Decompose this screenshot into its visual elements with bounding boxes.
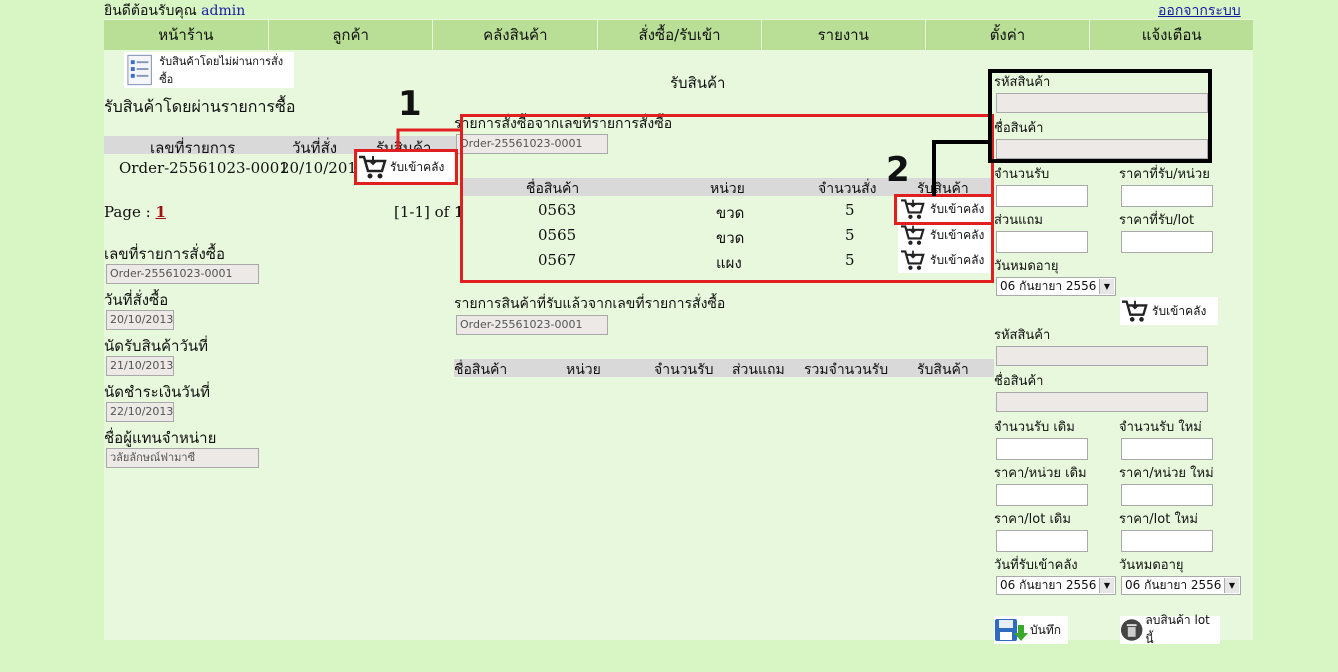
receive-date-field[interactable]: 21/10/2013 <box>106 356 174 376</box>
annotation-box-1 <box>354 149 458 185</box>
menu-storefront[interactable]: หน้าร้าน <box>104 20 269 50</box>
price-lot-input[interactable] <box>1121 231 1213 253</box>
edit-expiry-select-value: 06 กันยายา 2556 <box>1125 578 1222 592</box>
delete-lot-label: ลบสินค้า lot นี้ <box>1145 613 1210 646</box>
cart-icon <box>1122 300 1148 322</box>
menu-inventory[interactable]: คลังสินค้า <box>433 20 599 50</box>
receive-date-label: นัดรับสินค้าวันที่ <box>104 337 209 355</box>
annotation-number-2: 2 <box>886 150 910 190</box>
receive-without-po-button[interactable]: รับสินค้าโดยไม่ผ่านการสั่งซื้อ <box>124 52 294 88</box>
qty-old-input[interactable] <box>996 438 1088 460</box>
menu-customers[interactable]: ลูกค้า <box>269 20 434 50</box>
pay-date-field[interactable]: 22/10/2013 <box>106 402 174 422</box>
order-no-label: เลขที่รายการสั่งซื้อ <box>104 245 225 263</box>
edit-name-label: ชื่อสินค้า <box>994 374 1044 389</box>
page-link-1[interactable]: 1 <box>155 203 165 221</box>
receive-stock-label: รับเข้าคลัง <box>1152 303 1207 318</box>
save-label: บันทึก <box>1030 622 1061 637</box>
chevron-down-icon: ▼ <box>1099 578 1114 593</box>
col-received-bonus: ส่วนแถม <box>732 362 785 378</box>
qty-label: จำนวนรับ <box>994 167 1050 182</box>
save-button[interactable]: บันทึก <box>994 616 1068 644</box>
received-table-header <box>454 359 994 377</box>
price-unit-new-input[interactable] <box>1121 484 1213 506</box>
edit-expiry-select[interactable]: 06 กันยายา 2556 ▼ <box>1121 576 1241 595</box>
edit-code-label: รหัสสินค้า <box>994 328 1051 343</box>
delete-lot-button[interactable]: ลบสินค้า lot นี้ <box>1120 613 1220 646</box>
pager: Page : 1 <box>104 203 166 221</box>
price-lot-old-input[interactable] <box>996 530 1088 552</box>
qty-new-label: จำนวนรับ ใหม่ <box>1119 420 1202 435</box>
receive-title: รับสินค้า <box>670 74 726 92</box>
col-order-date: วันที่สั่ง <box>292 139 338 157</box>
main-menu: หน้าร้าน ลูกค้า คลังสินค้า สั่งซื้อ/รับเ… <box>104 19 1253 50</box>
chevron-down-icon: ▼ <box>1224 578 1239 593</box>
trash-icon <box>1120 619 1143 641</box>
qty-old-label: จำนวนรับ เดิม <box>994 420 1075 435</box>
bonus-label: ส่วนแถม <box>994 213 1043 228</box>
qty-new-input[interactable] <box>1121 438 1213 460</box>
annotation-box-product <box>988 69 1212 163</box>
price-lot-label: ราคาที่รับ/lot <box>1119 213 1195 228</box>
price-lot-new-input[interactable] <box>1121 530 1213 552</box>
col-received-qty: จำนวนรับ <box>654 362 714 378</box>
rep-field[interactable]: วลัยลักษณ์ฟามาซี <box>106 448 259 468</box>
welcome-label: ยินดีต้อนรับคุณ <box>104 3 197 19</box>
po-section-title: รับสินค้าโดยผ่านรายการซื้อ <box>104 97 296 116</box>
receive-date-label-right: วันที่รับเข้าคลัง <box>994 558 1078 573</box>
price-unit-old-input[interactable] <box>996 484 1088 506</box>
expiry-select-value: 06 กันยายา 2556 <box>1000 279 1097 293</box>
receive-date-select-value: 06 กันยายา 2556 <box>1000 578 1097 592</box>
receive-without-po-label: รับสินค้าโดยไม่ผ่านการสั่งซื้อ <box>159 55 284 86</box>
col-received-receive: รับสินค้า <box>917 362 969 378</box>
price-unit-input[interactable] <box>1121 185 1213 207</box>
annotation-box-2 <box>894 194 994 225</box>
pay-date-label: นัดชำระเงินวันที่ <box>104 383 210 401</box>
price-lot-old-label: ราคา/lot เดิม <box>994 512 1071 527</box>
received-list-label: รายการสินค้าที่รับแล้วจากเลขที่รายการสั่… <box>454 296 726 312</box>
menu-reports[interactable]: รายงาน <box>762 20 926 50</box>
receive-stock-button[interactable]: รับเข้าคลัง <box>1120 297 1218 325</box>
page-label: Page : <box>104 203 151 221</box>
edit-code-field[interactable] <box>996 346 1208 366</box>
menu-purchase-receive[interactable]: สั่งซื้อ/รับเข้า <box>598 20 762 50</box>
page-range: [1-1] of 1 <box>394 203 464 221</box>
edit-name-field[interactable] <box>996 392 1208 412</box>
page-range-label: [1-1] of <box>394 203 450 221</box>
chevron-down-icon: ▼ <box>1099 279 1114 294</box>
price-unit-label: ราคาที่รับ/หน่วย <box>1119 167 1210 182</box>
price-lot-new-label: ราคา/lot ใหม่ <box>1119 512 1198 527</box>
price-unit-new-label: ราคา/หน่วย ใหม่ <box>1119 466 1214 481</box>
received-list-field[interactable]: Order-25561023-0001 <box>456 315 608 335</box>
menu-alerts[interactable]: แจ้งเตือน <box>1090 20 1253 50</box>
edit-expiry-label: วันหมดอายุ <box>1119 558 1184 573</box>
price-unit-old-label: ราคา/หน่วย เดิม <box>994 466 1087 481</box>
expiry-label: วันหมดอายุ <box>994 259 1059 274</box>
order-no-cell: Order-25561023-0001 <box>119 159 289 177</box>
col-received-name: ชื่อสินค้า <box>454 362 508 378</box>
user-link[interactable]: admin <box>201 3 245 19</box>
col-order-no: เลขที่รายการ <box>150 139 236 157</box>
floppy-save-icon <box>995 619 1028 641</box>
col-received-total: รวมจำนวนรับ <box>804 362 889 378</box>
rep-label: ชื่อผู้แทนจำหน่าย <box>104 429 217 447</box>
order-date-field[interactable]: 20/10/2013 <box>106 310 174 330</box>
order-date-label: วันที่สั่งซื้อ <box>104 291 169 309</box>
document-list-icon <box>127 54 152 86</box>
col-received-unit: หน่วย <box>566 362 601 378</box>
expiry-select[interactable]: 06 กันยายา 2556 ▼ <box>996 277 1116 296</box>
qty-input[interactable] <box>996 185 1088 207</box>
bonus-input[interactable] <box>996 231 1088 253</box>
order-no-field[interactable]: Order-25561023-0001 <box>106 264 259 284</box>
annotation-number-1: 1 <box>398 84 422 124</box>
receive-date-select[interactable]: 06 กันยายา 2556 ▼ <box>996 576 1116 595</box>
menu-settings[interactable]: ตั้งค่า <box>926 20 1091 50</box>
